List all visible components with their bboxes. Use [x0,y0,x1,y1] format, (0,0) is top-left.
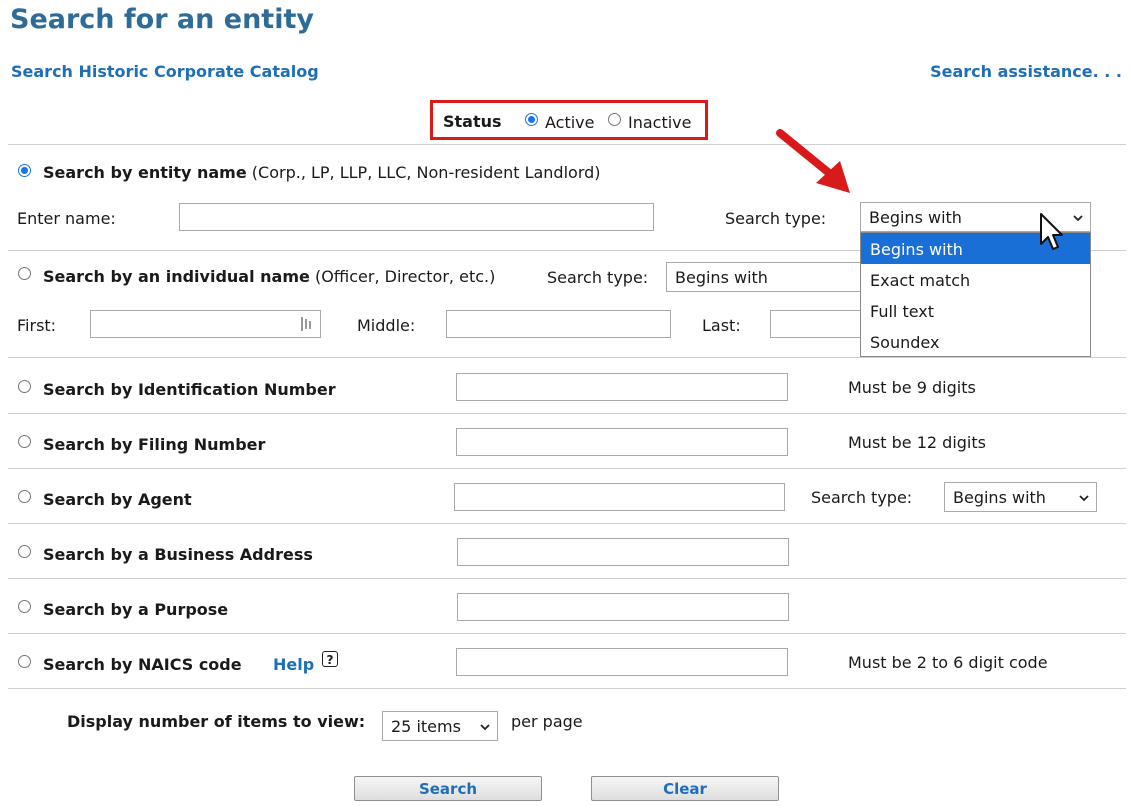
business-address-label: Search by a Business Address [43,545,313,564]
agent-search-type-value: Begins with [953,488,1046,507]
filing-number-label: Search by Filing Number [43,435,266,454]
entity-search-type-value: Begins with [869,208,962,227]
naics-help-link[interactable]: Help [273,655,314,674]
per-page-label: per page [511,712,583,731]
help-icon[interactable]: ? [322,651,338,667]
display-items-label: Display number of items to view: [67,712,366,731]
naics-input[interactable] [456,648,788,676]
individual-search-type-select[interactable]: Begins with [666,262,862,292]
historic-catalog-link[interactable]: Search Historic Corporate Catalog [11,62,319,81]
divider [8,578,1126,579]
chevron-down-icon [1079,495,1089,502]
naics-radio[interactable] [18,655,31,668]
filing-number-radio[interactable] [18,435,31,448]
agent-radio[interactable] [18,490,31,503]
divider [8,357,1126,358]
id-number-hint: Must be 9 digits [848,378,976,397]
individual-name-label: Search by an individual name [43,267,310,286]
entity-name-label: Search by entity name [43,163,247,182]
status-label: Status [443,112,502,131]
individual-search-type-label: Search type: [547,268,649,287]
divider [8,688,1126,689]
entity-name-note: (Corp., LP, LLP, LLC, Non-resident Landl… [251,163,601,182]
individual-name-radio[interactable] [18,267,31,280]
agent-search-type-label: Search type: [811,488,913,507]
dropdown-option-full-text[interactable]: Full text [861,295,1090,326]
chevron-down-icon [480,724,490,731]
divider [8,144,1126,145]
agent-input[interactable] [454,483,785,511]
red-arrow-annotation-icon [776,129,850,193]
divider [8,413,1126,414]
status-active-radio[interactable] [525,113,538,126]
middle-name-label: Middle: [357,316,416,335]
middle-name-input[interactable] [446,310,671,338]
entity-search-type-label: Search type: [725,209,827,228]
id-number-input[interactable] [456,373,788,401]
divider [8,523,1126,524]
page-title: Search for an entity [10,4,314,35]
entity-name-input[interactable] [179,203,654,231]
filing-number-input[interactable] [456,428,788,456]
search-button[interactable]: Search [354,776,542,801]
first-name-label: First: [17,316,57,335]
individual-search-type-value: Begins with [675,268,768,287]
naics-hint: Must be 2 to 6 digit code [848,653,1048,672]
individual-name-note: (Officer, Director, etc.) [314,267,496,286]
filing-number-hint: Must be 12 digits [848,433,986,452]
purpose-radio[interactable] [18,600,31,613]
business-address-input[interactable] [457,538,789,566]
last-name-input[interactable] [770,310,862,338]
purpose-label: Search by a Purpose [43,600,229,619]
autofill-icon [301,317,311,331]
dropdown-option-exact-match[interactable]: Exact match [861,264,1090,295]
status-active-label: Active [545,113,595,132]
chevron-down-icon [1073,215,1083,222]
search-assistance-link[interactable]: Search assistance. . . [930,62,1122,81]
last-name-label: Last: [702,316,741,335]
status-inactive-label: Inactive [628,113,692,132]
naics-label: Search by NAICS code [43,655,242,674]
id-number-label: Search by Identification Number [43,380,336,399]
business-address-radio[interactable] [18,545,31,558]
first-name-input[interactable] [90,310,321,338]
agent-search-type-select[interactable]: Begins with [944,482,1097,512]
items-per-page-select[interactable]: 25 items [382,711,498,741]
enter-name-label: Enter name: [17,209,116,228]
status-inactive-radio[interactable] [608,113,621,126]
purpose-input[interactable] [457,593,789,621]
agent-label: Search by Agent [43,490,192,509]
entity-name-radio[interactable] [18,164,31,177]
items-per-page-value: 25 items [391,717,461,736]
divider [8,468,1126,469]
dropdown-option-soundex[interactable]: Soundex [861,326,1090,357]
divider [8,633,1126,634]
entity-name-heading: Search by entity name (Corp., LP, LLP, L… [43,163,601,182]
individual-name-heading: Search by an individual name (Officer, D… [43,267,495,286]
id-number-radio[interactable] [18,380,31,393]
clear-button[interactable]: Clear [591,776,779,801]
mouse-cursor-icon [1040,213,1063,250]
